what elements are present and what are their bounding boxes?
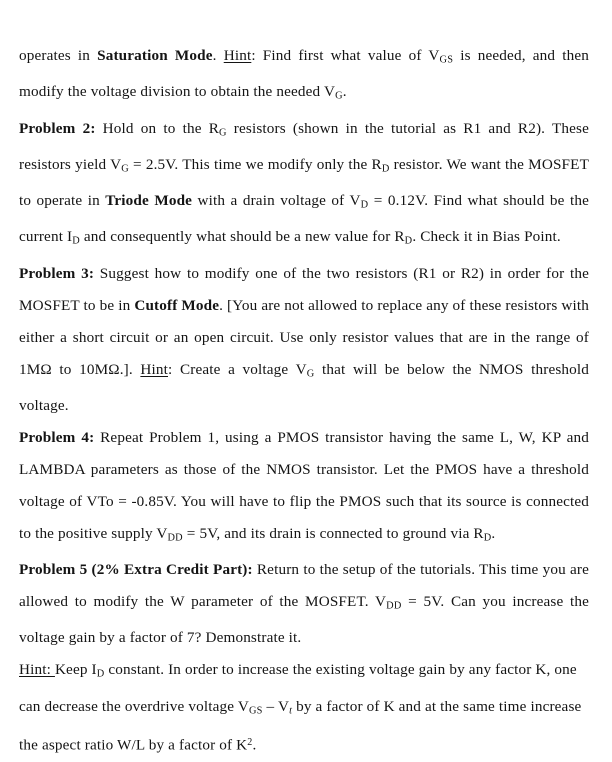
text-run: Cutoff Mode	[134, 296, 220, 314]
text-run: G	[121, 163, 129, 175]
text-run: GS	[439, 54, 454, 66]
paragraph-problem2: Problem 2: Hold on to the RG resistors (…	[19, 113, 589, 258]
paragraph-problem5: Problem 5 (2% Extra Credit Part): Return…	[19, 554, 589, 654]
text-run: Hint:	[19, 661, 55, 679]
text-run: = 5V, and its drain is connected to grou…	[182, 524, 484, 542]
document-page: operates in Saturation Mode. Hint: Find …	[0, 0, 612, 754]
text-run: Problem 2:	[19, 119, 96, 137]
text-run: G	[335, 90, 343, 102]
text-run: D	[381, 163, 390, 175]
text-run: Problem 4:	[19, 428, 95, 446]
text-run: : Find first what value of V	[251, 47, 440, 64]
text-run: Hint	[140, 360, 168, 378]
text-run: Saturation Mode	[97, 47, 213, 64]
text-run: – V	[262, 697, 290, 715]
paragraph-problem1-tail: operates in Saturation Mode. Hint: Find …	[19, 40, 589, 113]
text-run: = 2.5V. This time we modify only the R	[128, 155, 382, 173]
text-run: Triode Mode	[105, 192, 193, 210]
text-run: D	[72, 235, 80, 247]
text-run: Problem 5 (2% Extra Credit Part):	[19, 561, 253, 579]
text-column: operates in Saturation Mode. Hint: Find …	[19, 40, 589, 762]
text-run: DD	[386, 600, 402, 612]
text-run: : Create a voltage V	[168, 360, 307, 378]
text-run: G	[219, 126, 227, 138]
text-run: Keep I	[54, 661, 97, 679]
paragraph-problem3: Problem 3: Suggest how to modify one of …	[19, 258, 589, 422]
text-run: with a drain voltage of V	[192, 192, 361, 210]
text-run: . Check it in Bias Point.	[412, 228, 561, 246]
text-run: DD	[167, 532, 183, 544]
text-run: Hint	[223, 47, 252, 64]
text-run: .	[212, 47, 224, 64]
text-run: .	[252, 736, 257, 754]
text-run: operates in	[19, 47, 98, 64]
paragraph-problem4: Problem 4: Repeat Problem 1, using a PMO…	[19, 422, 589, 554]
paragraph-problem5-hint: Hint: Keep ID constant. In order to incr…	[19, 654, 589, 761]
text-run: .	[342, 83, 347, 101]
text-run: GS	[248, 704, 263, 716]
text-run: Problem 3:	[19, 264, 95, 282]
text-run: and consequently what should be a new va…	[79, 228, 405, 246]
text-run: .	[491, 524, 496, 542]
text-run: Hold on to the R	[95, 119, 220, 137]
